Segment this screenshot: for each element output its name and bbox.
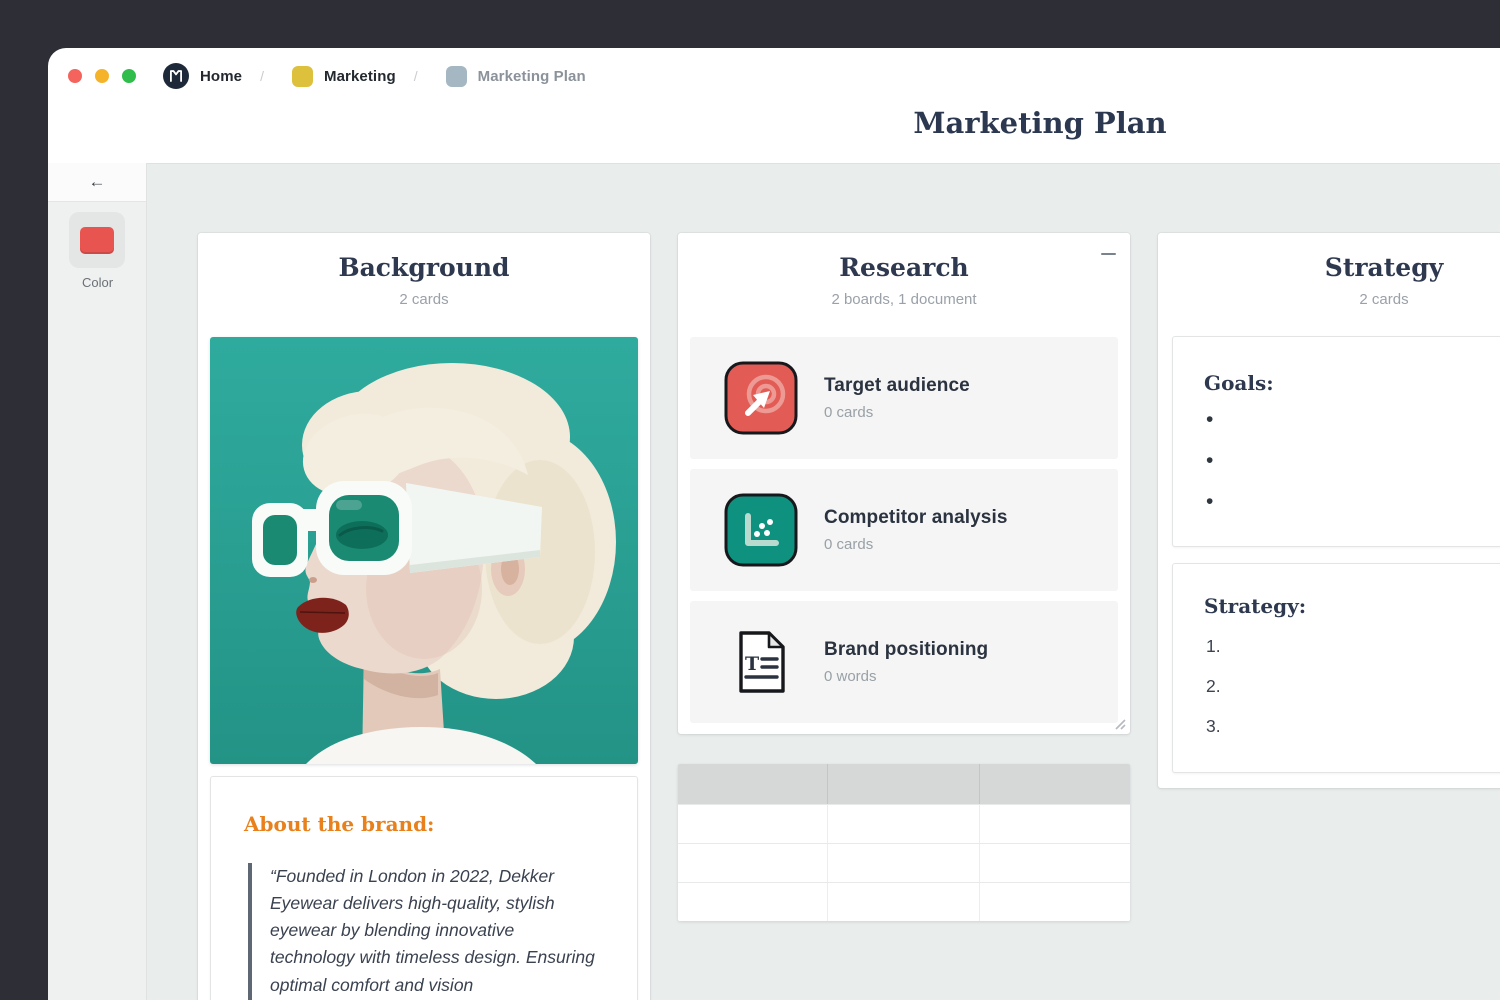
text-card-about-brand[interactable]: About the brand: “Founded in London in 2… [210,776,638,1000]
breadcrumb-item-home[interactable]: Home [163,63,242,89]
text-card-goals[interactable]: Goals: • • • [1172,336,1500,547]
table-cell[interactable] [678,805,828,843]
minimize-window-button[interactable] [95,69,109,83]
blockquote: “Founded in London in 2022, Dekker Eyewe… [248,863,600,1000]
table-header-cell[interactable] [828,764,980,804]
table-cell[interactable] [678,883,828,921]
color-tool-button[interactable] [69,212,125,268]
breadcrumb-separator: / [414,68,418,84]
table-cell[interactable] [980,844,1130,882]
blue-gray-board-icon [446,66,467,87]
table-header-cell[interactable] [980,764,1130,804]
bullet-list-marker: • [1206,413,1213,427]
item-meta: 0 cards [824,404,970,421]
breadcrumb-label: Home [200,68,242,85]
board-item-target-audience[interactable]: Target audience 0 cards [690,337,1118,459]
table-row [678,843,1130,882]
text-document-icon: T [724,625,798,699]
scatter-chart-board-icon [724,493,798,567]
card-heading: Strategy: [1204,594,1306,618]
bullet-list-marker: • [1206,454,1213,468]
column-title: Research [678,253,1130,282]
app-window: Home / Marketing / Marketing Plan Market… [48,48,1500,1000]
item-meta: 0 words [824,668,988,685]
table-cell[interactable] [980,805,1130,843]
collapse-sidebar-button[interactable]: ← [89,172,106,192]
numbered-list-marker: 1. [1206,636,1221,657]
table-row [678,804,1130,843]
table-card[interactable] [678,764,1130,921]
numbered-list-marker: 3. [1206,716,1221,737]
toolbar-sidebar: ← Color [48,163,147,1000]
portrait-photo [210,337,638,764]
color-swatch-icon [80,227,114,254]
bullet-list-marker: • [1206,495,1213,509]
desktop-background: Home / Marketing / Marketing Plan Market… [0,0,1500,1000]
sidebar-header: ← [48,163,146,202]
color-tool-label: Color [48,275,147,290]
target-board-icon [724,361,798,435]
card-heading: Goals: [1204,371,1274,395]
column-title: Strategy [1158,253,1500,282]
breadcrumb-separator: / [260,68,264,84]
page-title: Marketing Plan [913,106,1166,140]
table-cell[interactable] [828,844,980,882]
item-label: Brand positioning [824,639,988,661]
blockquote-bar [248,863,252,1000]
board-canvas[interactable]: Background 2 cards [147,163,1500,1000]
blockquote-text: “Founded in London in 2022, Dekker Eyewe… [270,863,600,1000]
text-card-strategy[interactable]: Strategy: 1. 2. 3. [1172,563,1500,773]
close-window-button[interactable] [68,69,82,83]
board-item-competitor-analysis[interactable]: Competitor analysis 0 cards [690,469,1118,591]
image-card-portrait[interactable] [210,337,638,764]
column-subtitle: 2 cards [1158,291,1500,308]
breadcrumb-label: Marketing [324,68,396,85]
note-heading: About the brand: [244,812,434,836]
column-subtitle: 2 boards, 1 document [678,291,1130,308]
titlebar: Home / Marketing / Marketing Plan [68,62,586,90]
table-row [678,882,1130,921]
yellow-board-icon [292,66,313,87]
table-cell[interactable] [980,883,1130,921]
board-item-brand-positioning[interactable]: T Brand positioning 0 words [690,601,1118,723]
column-strategy[interactable]: Strategy 2 cards Goals: • • • Strategy: … [1158,233,1500,788]
svg-text:T: T [745,653,759,675]
column-title: Background [198,253,650,282]
column-background[interactable]: Background 2 cards [198,233,650,1000]
item-label: Competitor analysis [824,507,1008,529]
zoom-window-button[interactable] [122,69,136,83]
table-cell[interactable] [828,805,980,843]
breadcrumb-label: Marketing Plan [478,68,586,85]
breadcrumb-item-marketing-plan[interactable]: Marketing Plan [446,66,586,87]
table-cell[interactable] [678,844,828,882]
breadcrumb-item-marketing[interactable]: Marketing [292,66,396,87]
numbered-list-marker: 2. [1206,676,1221,697]
table-header-cell[interactable] [678,764,828,804]
item-meta: 0 cards [824,536,1008,553]
table-cell[interactable] [828,883,980,921]
column-research[interactable]: Research 2 boards, 1 document Target aud… [678,233,1130,734]
table-header-row [678,764,1130,804]
item-label: Target audience [824,375,970,397]
milanote-logo-icon [163,63,189,89]
resize-handle-icon[interactable] [1113,717,1127,731]
column-subtitle: 2 cards [198,291,650,308]
